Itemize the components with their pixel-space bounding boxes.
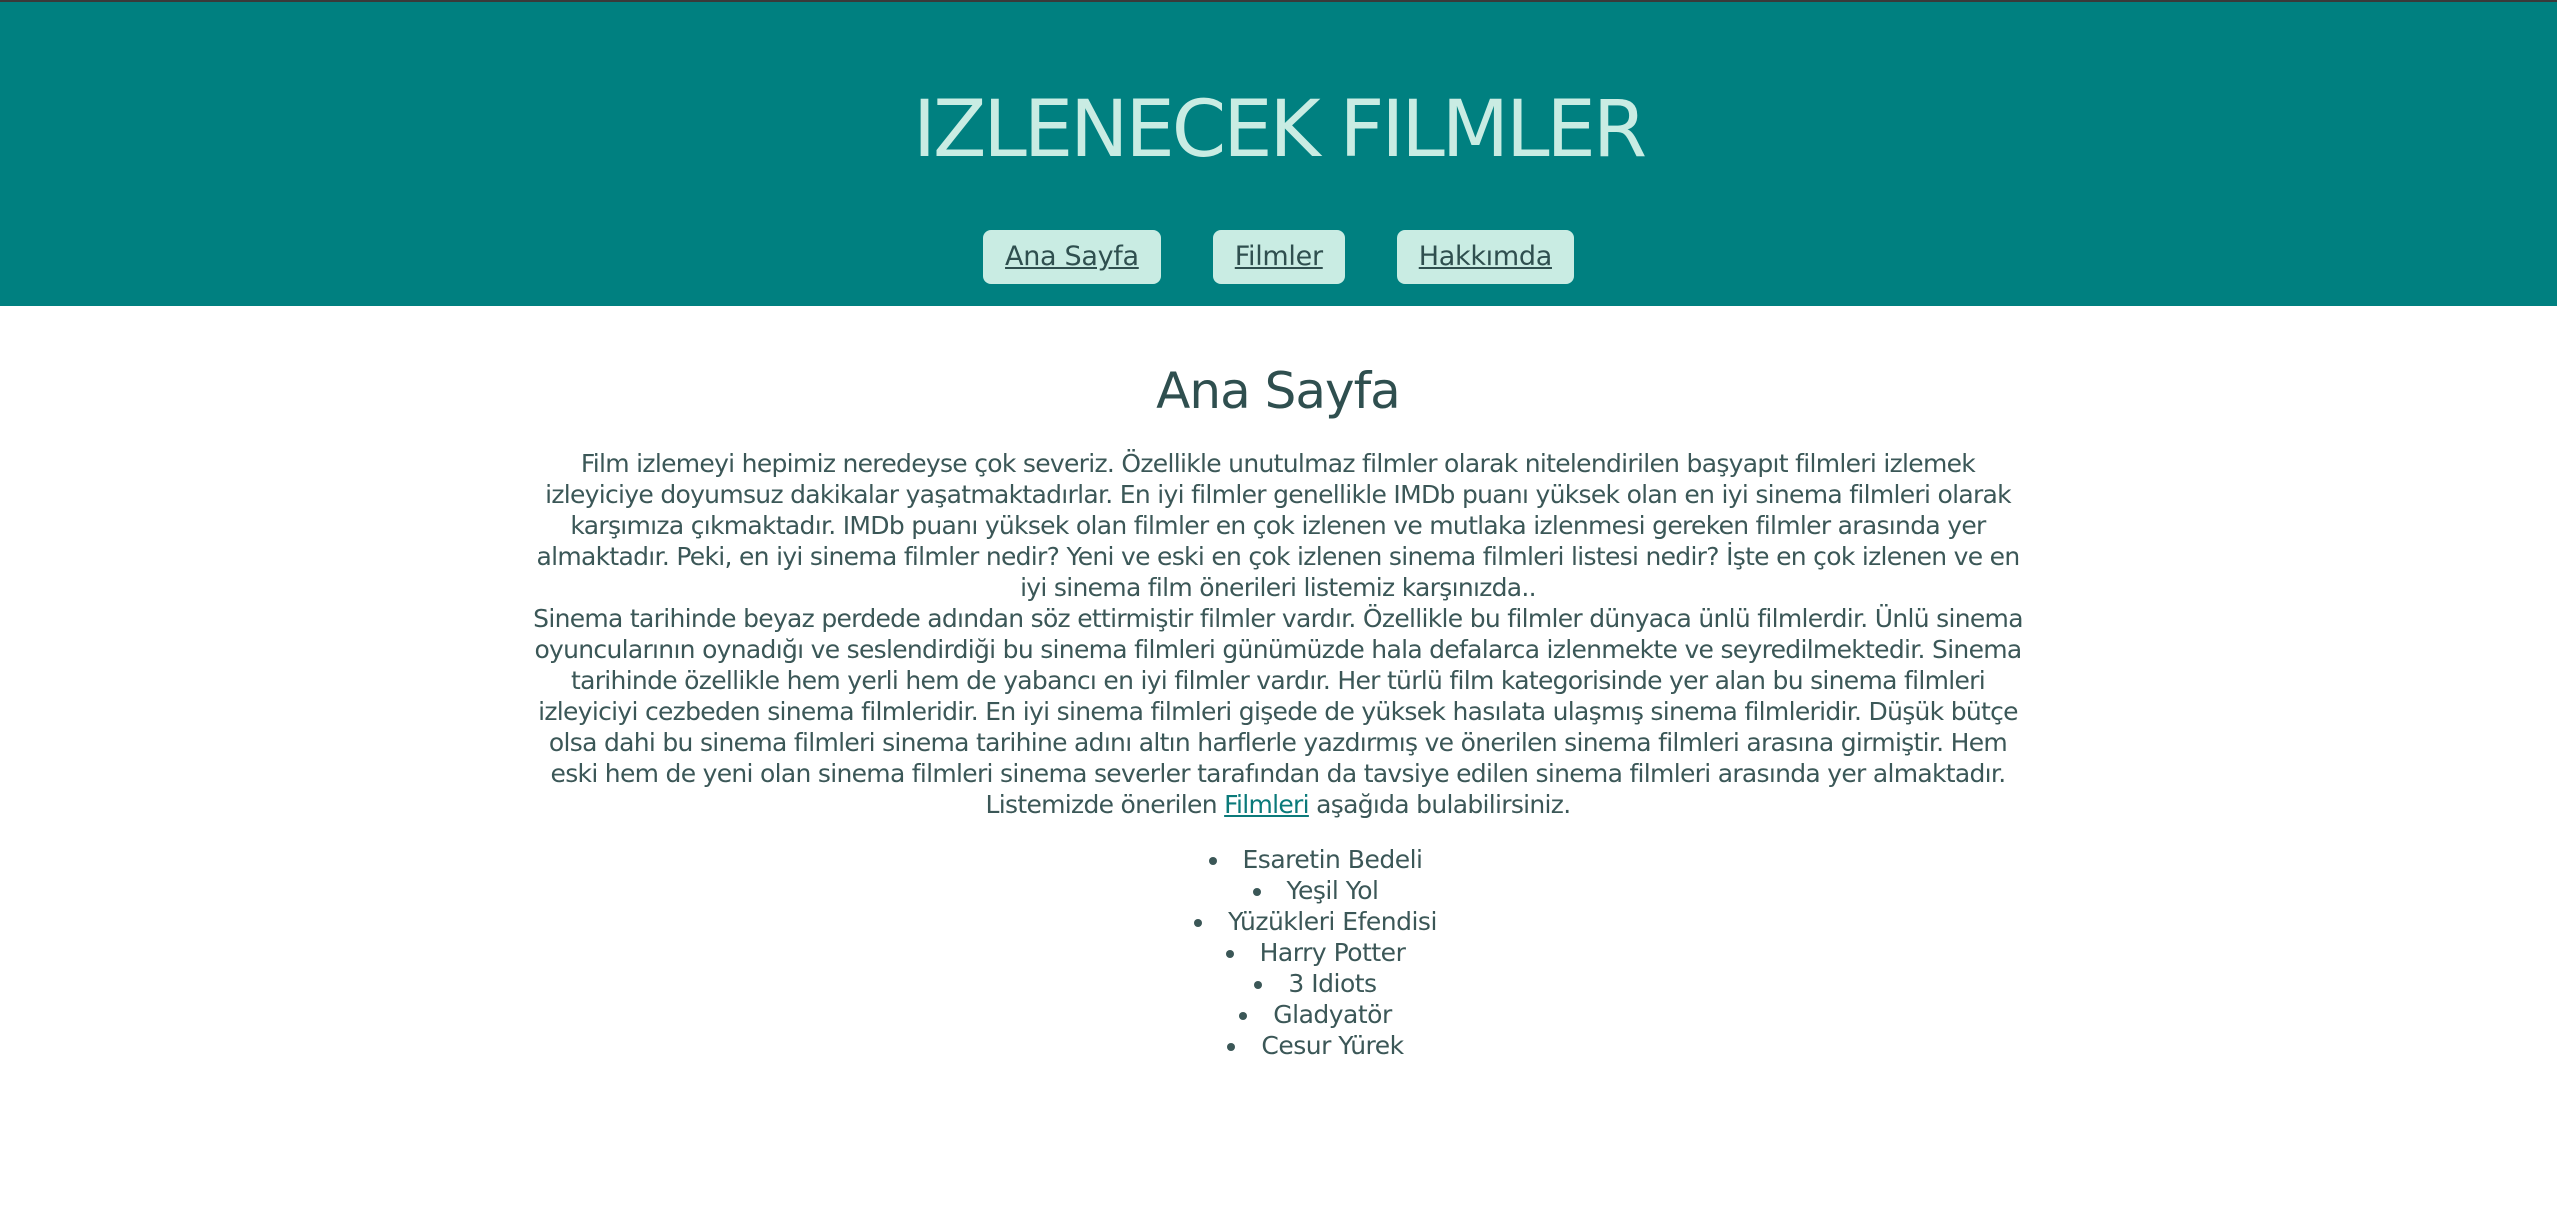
film-list-item: Harry Potter xyxy=(528,937,2028,968)
film-list: Esaretin Bedeli Yeşil Yol Yüzükleri Efen… xyxy=(528,844,2028,1061)
intro-paragraph-1: Film izlemeyi hepimiz neredeyse çok seve… xyxy=(536,449,2020,602)
nav-link-hakkimda[interactable]: Hakkımda xyxy=(1396,230,1574,284)
main-content: Ana Sayfa Film izlemeyi hepimiz neredeys… xyxy=(528,306,2028,1061)
intro-paragraph-2: Sinema tarihinde beyaz perdede adından s… xyxy=(533,604,2023,788)
nav-link-filmler[interactable]: Filmler xyxy=(1212,230,1345,284)
film-list-item: Yüzükleri Efendisi xyxy=(528,906,2028,937)
intro-paragraph-3-text: Listemizde önerilen xyxy=(985,790,1225,819)
film-list-item: 3 Idiots xyxy=(528,968,2028,999)
film-list-item: Cesur Yürek xyxy=(528,1030,2028,1061)
nav-link-ana-sayfa[interactable]: Ana Sayfa xyxy=(983,230,1161,284)
films-link[interactable]: Filmleri xyxy=(1224,790,1309,819)
intro-paragraph-3: Listemizde önerilen Filmleri aşağıda bul… xyxy=(528,789,2028,820)
film-list-item: Esaretin Bedeli xyxy=(528,844,2028,875)
site-title: IZLENECEK FILMLER xyxy=(912,85,1647,175)
page-title: Ana Sayfa xyxy=(1156,362,1401,420)
film-list-item: Yeşil Yol xyxy=(528,875,2028,906)
intro-text: Film izlemeyi hepimiz neredeyse çok seve… xyxy=(528,448,2028,820)
film-list-item: Gladyatör xyxy=(528,999,2028,1030)
intro-paragraph-3-text-end: aşağıda bulabilirsiniz. xyxy=(1308,790,1571,819)
site-header: IZLENECEK FILMLER Ana Sayfa Filmler Hakkım… xyxy=(0,2,2557,306)
main-nav: Ana Sayfa Filmler Hakkımda xyxy=(0,230,2557,286)
